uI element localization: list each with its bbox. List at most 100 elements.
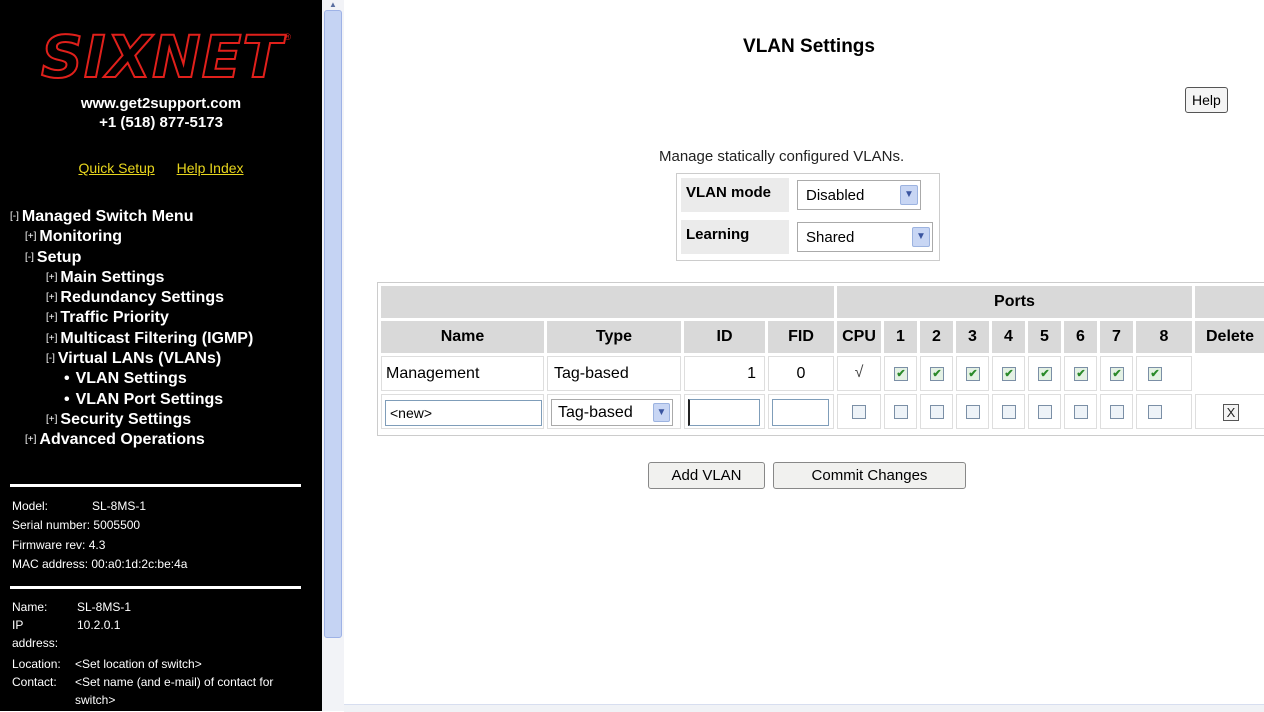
chevron-down-icon[interactable]: ▼ bbox=[912, 227, 930, 247]
new-cpu-checkbox[interactable] bbox=[852, 405, 866, 419]
row1-port-8-checkbox[interactable]: ✔ bbox=[1148, 367, 1162, 381]
expand-toggle-icon[interactable]: [+] bbox=[25, 231, 36, 242]
support-website: www.get2support.com bbox=[80, 95, 242, 112]
table-header-blank bbox=[381, 286, 834, 318]
column-header-id: ID bbox=[684, 321, 765, 353]
switch-info: Name: SL-8MS-1 IP address:10.2.0.1 Locati… bbox=[12, 598, 295, 709]
support-phone: +1 (518) 877-5173 bbox=[99, 114, 223, 131]
name-value: SL-8MS-1 bbox=[77, 600, 132, 614]
row2-port-3-checkbox[interactable] bbox=[966, 405, 980, 419]
new-vlan-type-select[interactable]: Tag-based ▼ bbox=[551, 399, 673, 426]
expand-toggle-icon[interactable]: [+] bbox=[46, 414, 57, 425]
port-2-cell: ✔ bbox=[920, 356, 953, 391]
table-header-blank bbox=[1195, 286, 1264, 318]
menu-security-settings[interactable]: [+] Security Settings bbox=[10, 410, 253, 430]
vlan-mode-row: VLAN mode Disabled ▼ bbox=[677, 174, 939, 216]
menu-virtual-lans[interactable]: [-] Virtual LANs (VLANs) bbox=[10, 349, 253, 369]
port-1-cell bbox=[884, 394, 917, 429]
menu-monitoring[interactable]: [+] Monitoring bbox=[10, 227, 253, 247]
row1-port-7-checkbox[interactable]: ✔ bbox=[1110, 367, 1124, 381]
port-1-cell: ✔ bbox=[884, 356, 917, 391]
row2-port-2-checkbox[interactable] bbox=[930, 405, 944, 419]
column-header-port-3: 3 bbox=[956, 321, 989, 353]
row2-port-1-checkbox[interactable] bbox=[894, 405, 908, 419]
bullet-icon: • bbox=[64, 390, 70, 408]
menu-traffic-priority[interactable]: [+] Traffic Priority bbox=[10, 308, 253, 328]
scrollbar-thumb[interactable] bbox=[324, 10, 342, 638]
divider bbox=[10, 484, 301, 487]
column-header-name: Name bbox=[381, 321, 544, 353]
port-4-cell: ✔ bbox=[992, 356, 1025, 391]
row1-port-2-checkbox[interactable]: ✔ bbox=[930, 367, 944, 381]
column-header-port-4: 4 bbox=[992, 321, 1025, 353]
commit-changes-button[interactable]: Commit Changes bbox=[773, 462, 966, 489]
firmware-value: 4.3 bbox=[88, 537, 106, 552]
port-4-cell bbox=[992, 394, 1025, 429]
scroll-up-icon[interactable]: ▲ bbox=[325, 0, 341, 9]
column-header-delete: Delete bbox=[1195, 321, 1264, 353]
cpu-check-mark: √ bbox=[837, 356, 881, 391]
learning-select[interactable]: Shared ▼ bbox=[797, 222, 933, 252]
new-name-cell: <new> bbox=[381, 394, 544, 429]
menu-vlan-port-settings[interactable]: • VLAN Port Settings bbox=[10, 390, 253, 410]
row1-port-5-checkbox[interactable]: ✔ bbox=[1038, 367, 1052, 381]
expand-toggle-icon[interactable]: [+] bbox=[46, 333, 57, 344]
page-title: VLAN Settings bbox=[743, 36, 875, 57]
contact-value: <Set name (and e-mail) of contact for sw… bbox=[75, 675, 274, 707]
sidebar: SIXNET ® www.get2support.com +1 (518) 87… bbox=[0, 0, 322, 711]
expand-toggle-icon[interactable]: [+] bbox=[46, 292, 57, 303]
new-vlan-id-input[interactable] bbox=[688, 399, 760, 426]
menu-redundancy-settings[interactable]: [+] Redundancy Settings bbox=[10, 288, 253, 308]
learning-label: Learning bbox=[681, 220, 789, 254]
chevron-down-icon[interactable]: ▼ bbox=[900, 185, 918, 205]
collapse-toggle-icon[interactable]: [-] bbox=[46, 353, 55, 364]
delete-cell: X bbox=[1195, 394, 1264, 429]
help-index-link[interactable]: Help Index bbox=[177, 160, 244, 176]
port-7-cell bbox=[1100, 394, 1133, 429]
menu-multicast-filtering[interactable]: [+] Multicast Filtering (IGMP) bbox=[10, 329, 253, 349]
new-vlan-fid-input[interactable] bbox=[772, 399, 829, 426]
port-8-cell bbox=[1136, 394, 1192, 429]
quick-setup-link[interactable]: Quick Setup bbox=[78, 160, 154, 176]
sidebar-scrollbar[interactable]: ▲ bbox=[322, 0, 344, 711]
column-header-type: Type bbox=[547, 321, 681, 353]
row1-port-6-checkbox[interactable]: ✔ bbox=[1074, 367, 1088, 381]
row2-port-5-checkbox[interactable] bbox=[1038, 405, 1052, 419]
menu-root[interactable]: [-] Managed Switch Menu bbox=[10, 207, 253, 227]
menu-setup[interactable]: [-] Setup bbox=[10, 248, 253, 268]
port-8-cell: ✔ bbox=[1136, 356, 1192, 391]
vlan-mode-label: VLAN mode bbox=[681, 178, 789, 212]
quick-links: Quick Setup Help Index bbox=[0, 160, 322, 176]
divider bbox=[10, 586, 301, 589]
delete-checkbox[interactable]: X bbox=[1223, 404, 1239, 421]
column-header-fid: FID bbox=[768, 321, 834, 353]
row2-port-7-checkbox[interactable] bbox=[1110, 405, 1124, 419]
row2-port-4-checkbox[interactable] bbox=[1002, 405, 1016, 419]
menu-advanced-operations[interactable]: [+] Advanced Operations bbox=[10, 430, 253, 450]
add-vlan-button[interactable]: Add VLAN bbox=[648, 462, 765, 489]
collapse-toggle-icon[interactable]: [-] bbox=[25, 252, 34, 263]
row1-port-3-checkbox[interactable]: ✔ bbox=[966, 367, 980, 381]
menu-vlan-settings[interactable]: • VLAN Settings bbox=[10, 369, 253, 389]
expand-toggle-icon[interactable]: [+] bbox=[46, 312, 57, 323]
port-6-cell bbox=[1064, 394, 1097, 429]
expand-toggle-icon[interactable]: [+] bbox=[46, 272, 57, 283]
vlan-table: Ports Name Type ID FID CPU 1 2 3 4 5 6 7… bbox=[377, 282, 1264, 436]
logo-registered-mark: ® bbox=[284, 32, 291, 42]
row1-port-1-checkbox[interactable]: ✔ bbox=[894, 367, 908, 381]
chevron-down-icon[interactable]: ▼ bbox=[653, 403, 670, 422]
column-header-cpu: CPU bbox=[837, 321, 881, 353]
new-fid-cell bbox=[768, 394, 834, 429]
device-info: Model: SL-8MS-1 Serial number: 5005500 Fi… bbox=[12, 499, 188, 571]
port-6-cell: ✔ bbox=[1064, 356, 1097, 391]
help-button[interactable]: Help bbox=[1185, 87, 1228, 113]
menu-main-settings[interactable]: [+] Main Settings bbox=[10, 268, 253, 288]
new-vlan-name-input[interactable]: <new> bbox=[385, 400, 542, 426]
expand-toggle-icon[interactable]: [+] bbox=[25, 434, 36, 445]
row1-port-4-checkbox[interactable]: ✔ bbox=[1002, 367, 1016, 381]
column-header-port-7: 7 bbox=[1100, 321, 1133, 353]
row2-port-8-checkbox[interactable] bbox=[1148, 405, 1162, 419]
vlan-mode-select[interactable]: Disabled ▼ bbox=[797, 180, 921, 210]
collapse-toggle-icon[interactable]: [-] bbox=[10, 211, 19, 222]
row2-port-6-checkbox[interactable] bbox=[1074, 405, 1088, 419]
